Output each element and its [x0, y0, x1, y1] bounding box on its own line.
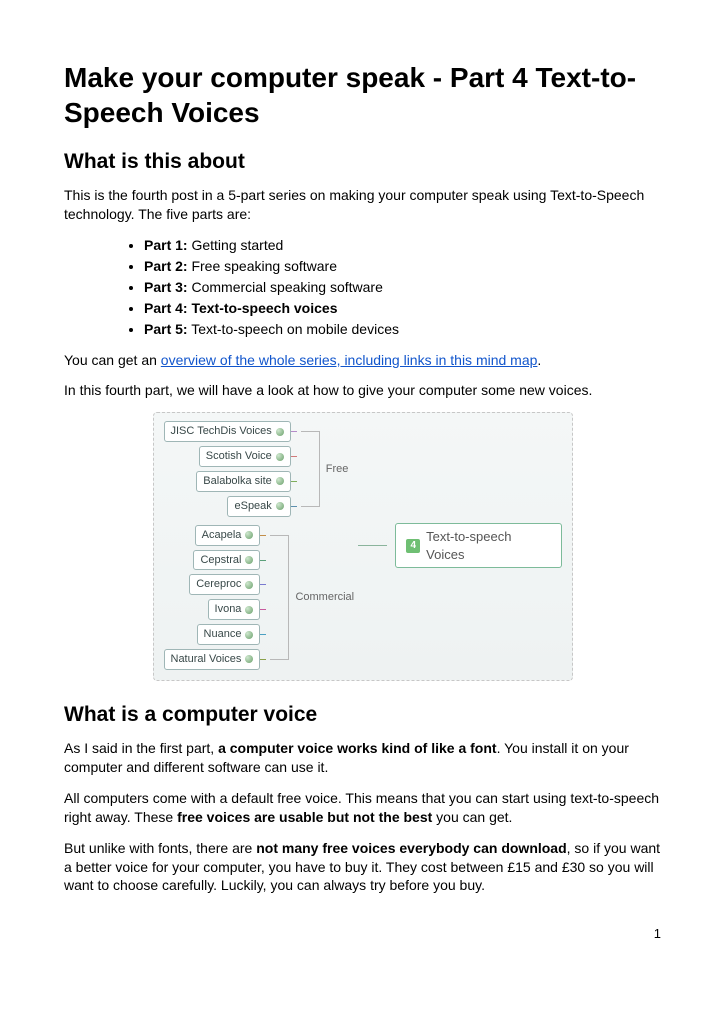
overview-paragraph: You can get an overview of the whole ser… [64, 351, 661, 370]
globe-icon [276, 453, 284, 461]
intro-paragraph-2: In this fourth part, we will have a look… [64, 381, 661, 400]
parts-list: Part 1: Getting started Part 2: Free spe… [64, 236, 661, 338]
globe-icon [276, 502, 284, 510]
mindmap-badge: 4 [406, 539, 420, 553]
list-item: Part 1: Getting started [144, 236, 661, 255]
body-paragraph: All computers come with a default free v… [64, 789, 661, 827]
body-paragraph: As I said in the first part, a computer … [64, 739, 661, 777]
mindmap-category-commercial: Commercial [295, 590, 354, 605]
globe-icon [245, 581, 253, 589]
globe-icon [245, 606, 253, 614]
mindmap-node: Nuance [197, 624, 261, 645]
globe-icon [245, 531, 253, 539]
mindmap-node: Cereproc [189, 574, 260, 595]
page-title: Make your computer speak - Part 4 Text-t… [64, 60, 661, 130]
globe-icon [245, 631, 253, 639]
mindmap-figure: JISC TechDis Voices Scotish Voice Balabo… [153, 412, 573, 680]
mindmap-node: Balabolka site [196, 471, 291, 492]
mindmap-node: Scotish Voice [199, 446, 291, 467]
globe-icon [245, 655, 253, 663]
list-item: Part 2: Free speaking software [144, 257, 661, 276]
overview-link[interactable]: overview of the whole series, including … [161, 352, 538, 368]
mindmap-node: eSpeak [227, 496, 290, 517]
globe-icon [276, 428, 284, 436]
globe-icon [276, 477, 284, 485]
list-item: Part 3: Commercial speaking software [144, 278, 661, 297]
mindmap-node: Acapela [195, 525, 261, 546]
mindmap-connector [358, 545, 387, 546]
mindmap-node: JISC TechDis Voices [164, 421, 291, 442]
page-number: 1 [64, 925, 661, 943]
mindmap-node: Ivona [208, 599, 261, 620]
mindmap-node: Natural Voices [164, 649, 261, 670]
section-heading-voice: What is a computer voice [64, 701, 661, 729]
section-heading-about: What is this about [64, 148, 661, 176]
list-item: Part 4: Text-to-speech voices [144, 299, 661, 318]
list-item: Part 5: Text-to-speech on mobile devices [144, 320, 661, 339]
globe-icon [245, 556, 253, 564]
mindmap-root-node: 4 Text-to-speech Voices [395, 523, 561, 568]
body-paragraph: But unlike with fonts, there are not man… [64, 839, 661, 896]
mindmap-node: Cepstral [193, 550, 260, 571]
mindmap-category-free: Free [326, 462, 349, 477]
intro-paragraph: This is the fourth post in a 5-part seri… [64, 186, 661, 224]
